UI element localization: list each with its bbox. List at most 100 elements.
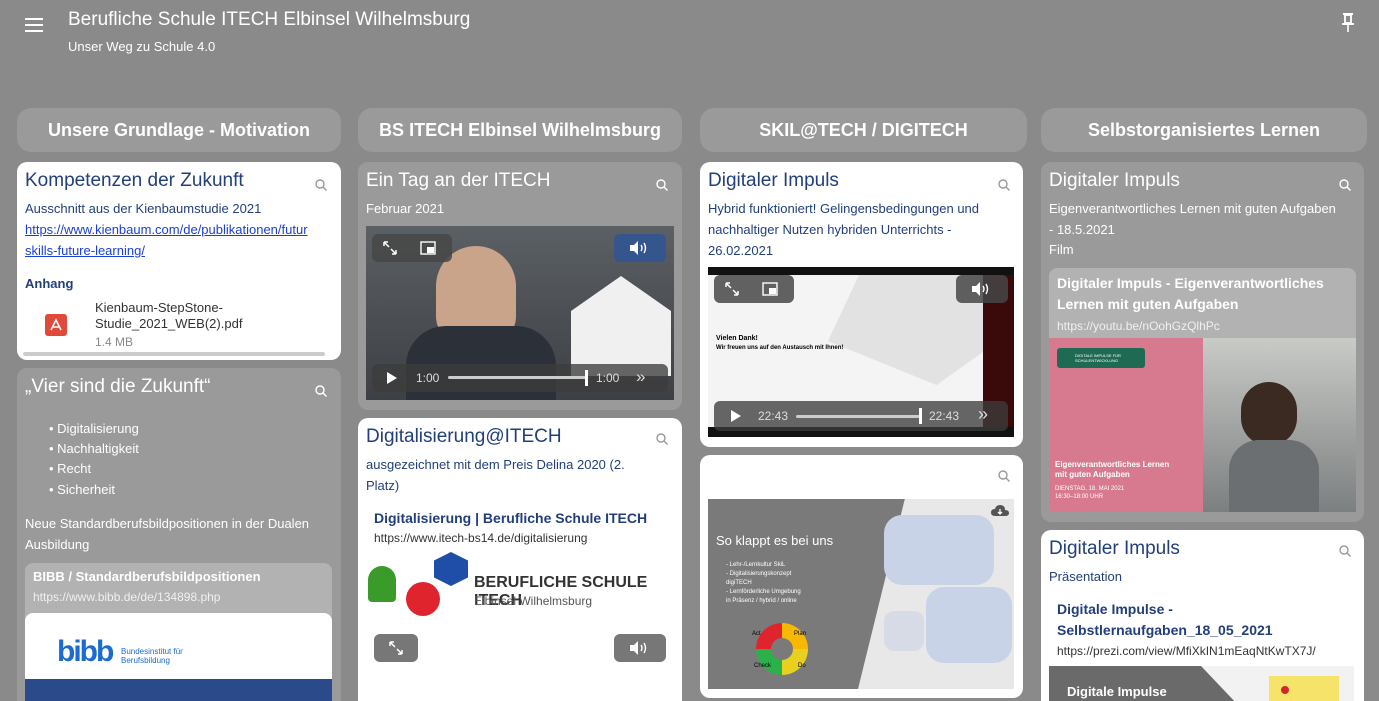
attachment-filename-1[interactable]: Kienbaum-StepStone- — [95, 300, 223, 316]
volume-icon — [630, 241, 647, 255]
post-digitaler-impuls-film[interactable]: Digitaler Impuls Eigenverantwortliches L… — [1041, 162, 1364, 522]
board-subtitle: Unser Weg zu Schule 4.0 — [68, 39, 216, 54]
play-icon[interactable] — [386, 372, 398, 384]
post-text-line1: Neue Standardberufsbildpositionen in der… — [25, 516, 310, 531]
post-text: Februar 2021 — [366, 201, 445, 216]
pip-icon[interactable] — [762, 282, 778, 296]
post-digitalisierung[interactable]: Digitalisierung@ITECH ausgezeichnet mit … — [358, 418, 682, 701]
fullscreen-icon — [389, 641, 403, 655]
padlet-board: Berufliche Schule ITECH Elbinsel Wilhelm… — [0, 0, 1379, 701]
volume-icon — [972, 282, 989, 296]
post-text-line3: Film — [1049, 242, 1074, 257]
prezi-thumbnail: Digitale Impulse — [1049, 666, 1354, 701]
post-kompetenzen[interactable]: Kompetenzen der Zukunft Ausschnitt aus d… — [17, 162, 341, 360]
bullet-item: • Sicherheit — [49, 482, 115, 497]
video-progress[interactable] — [448, 376, 588, 379]
link-preview-title[interactable]: Digitalisierung | Berufliche Schule ITEC… — [374, 508, 647, 528]
search-icon[interactable] — [1338, 544, 1352, 558]
bullet-item: • Nachhaltigkeit — [49, 441, 139, 456]
column-header-itech[interactable]: BS ITECH Elbinsel Wilhelmsburg — [358, 108, 682, 152]
bibb-logo: bibb — [57, 635, 114, 668]
search-icon[interactable] — [1338, 178, 1352, 192]
column-header-selbstorganisiert[interactable]: Selbstorganisiertes Lernen — [1041, 108, 1367, 152]
link-preview-url[interactable]: https://www.itech-bs14.de/digitalisierun… — [374, 528, 587, 548]
volume-button[interactable] — [956, 275, 1008, 303]
video-toolbar — [372, 234, 452, 262]
search-icon[interactable] — [314, 384, 328, 398]
scrollbar[interactable] — [23, 352, 325, 356]
link-preview-youtube[interactable]: Digitaler Impuls - Eigenverantwortliches… — [1049, 268, 1356, 512]
post-text-line1: Hybrid funktioniert! Gelingensbedingunge… — [708, 201, 980, 216]
post-slide-so-klappt[interactable]: So klappt es bei uns - Lehr-/Lernkultur … — [700, 455, 1023, 698]
post-text-line2: Platz) — [366, 478, 400, 493]
play-icon[interactable] — [730, 410, 742, 422]
fullscreen-icon[interactable] — [382, 240, 398, 256]
fullscreen-button[interactable] — [374, 634, 418, 662]
video-time-current: 22:43 — [758, 409, 789, 423]
post-text: Ausschnitt aus der Kienbaumstudie 2021 — [25, 201, 262, 216]
search-icon[interactable] — [655, 178, 669, 192]
column-header-motivation[interactable]: Unsere Grundlage - Motivation — [17, 108, 341, 152]
slide-preview[interactable]: So klappt es bei uns - Lehr-/Lernkultur … — [708, 499, 1014, 689]
post-title: Digitaler Impuls — [1049, 538, 1180, 559]
post-text-line3: 26.02.2021 — [708, 243, 774, 258]
volume-button[interactable] — [614, 634, 666, 662]
post-link-line2[interactable]: skills-future-learning/ — [25, 241, 145, 261]
attachment-filename-2[interactable]: Studie_2021_WEB(2).pdf — [95, 316, 242, 332]
video-controls: 22:43 22:43 » — [714, 401, 1008, 431]
video-progress[interactable] — [796, 415, 922, 418]
video-toolbar — [714, 275, 794, 303]
link-preview-title-2[interactable]: Selbstlernaufgaben_18_05_2021 — [1057, 620, 1273, 641]
video-player[interactable]: 1:00 1:00 » — [366, 226, 674, 400]
post-ein-tag[interactable]: Ein Tag an der ITECH Februar 2021 1:00 1… — [358, 162, 682, 410]
cloud-download-icon[interactable] — [990, 503, 1010, 519]
video-time-current: 1:00 — [416, 371, 440, 385]
post-title: Digitalisierung@ITECH — [366, 426, 562, 447]
attachment-label: Anhang — [25, 276, 74, 291]
link-preview-title: BIBB / Standardberufsbildpositionen — [33, 569, 261, 584]
video-time-total: 1:00 — [596, 371, 620, 385]
link-preview-url: https://youtu.be/nOohGzQlhPc — [1057, 319, 1220, 333]
bullet-item: • Digitalisierung — [49, 421, 139, 436]
post-text-line1: ausgezeichnet mit dem Preis Delina 2020 … — [366, 457, 625, 472]
post-title: „Vier sind die Zukunft“ — [25, 376, 211, 397]
pin-icon[interactable] — [1340, 12, 1356, 34]
post-text-line2: Ausbildung — [25, 537, 90, 552]
post-text-line1: Eigenverantwortliches Lernen mit guten A… — [1049, 201, 1336, 216]
post-digitaler-impuls-praesentation[interactable]: Digitaler Impuls Präsentation Digitale I… — [1041, 530, 1364, 701]
video-controls: 1:00 1:00 » — [372, 364, 668, 392]
menu-icon[interactable] — [22, 14, 46, 38]
link-preview-title-1[interactable]: Digitale Impulse - — [1057, 599, 1173, 620]
youtube-thumbnail: DIGITALE IMPULSE FÜR SCHULENTWICKLUNG Ei… — [1049, 338, 1356, 512]
post-vier-zukunft[interactable]: „Vier sind die Zukunft“ • Digitalisierun… — [17, 368, 341, 701]
attachment-size: 1.4 MB — [95, 335, 134, 349]
fullscreen-icon[interactable] — [724, 281, 740, 297]
post-title: Ein Tag an der ITECH — [366, 170, 551, 191]
bullet-item: • Recht — [49, 461, 92, 476]
search-icon[interactable] — [314, 178, 328, 192]
pip-icon[interactable] — [420, 241, 436, 255]
link-preview-image: bibb Bundesinstitut für Berufsbildung — [25, 613, 332, 701]
post-text: Präsentation — [1049, 569, 1122, 584]
post-title: Digitaler Impuls — [708, 170, 839, 191]
link-preview-url: https://www.bibb.de/de/134898.php — [33, 590, 221, 604]
post-title: Kompetenzen der Zukunft — [25, 170, 244, 191]
post-text-line2: nachhaltiger Nutzen hybriden Unterrichts… — [708, 222, 952, 237]
link-preview-bibb[interactable]: BIBB / Standardberufsbildpositionen http… — [25, 563, 332, 701]
link-preview-url[interactable]: https://prezi.com/view/MfiXkIN1mEaqNtKwT… — [1057, 641, 1316, 661]
volume-button[interactable] — [614, 234, 666, 262]
skip-forward-icon[interactable]: » — [636, 367, 645, 387]
search-icon[interactable] — [655, 432, 669, 446]
link-preview-title-2: Lernen mit guten Aufgaben — [1057, 296, 1239, 312]
volume-icon — [630, 641, 647, 655]
skip-forward-icon[interactable]: » — [978, 404, 988, 425]
post-text-line2: - 18.5.2021 — [1049, 222, 1115, 237]
post-link-line1[interactable]: https://www.kienbaum.com/de/publikatione… — [25, 220, 308, 240]
search-icon[interactable] — [997, 178, 1011, 192]
post-digitaler-impuls-hybrid[interactable]: Digitaler Impuls Hybrid funktioniert! Ge… — [700, 162, 1023, 447]
board-title: Berufliche Schule ITECH Elbinsel Wilhelm… — [68, 9, 471, 30]
search-icon[interactable] — [997, 469, 1011, 483]
post-title: Digitaler Impuls — [1049, 170, 1180, 191]
column-header-skilitech[interactable]: SKIL@TECH / DIGITECH — [700, 108, 1027, 152]
video-player[interactable]: Vielen Dank! Wir freuen uns auf den Aust… — [708, 267, 1014, 437]
